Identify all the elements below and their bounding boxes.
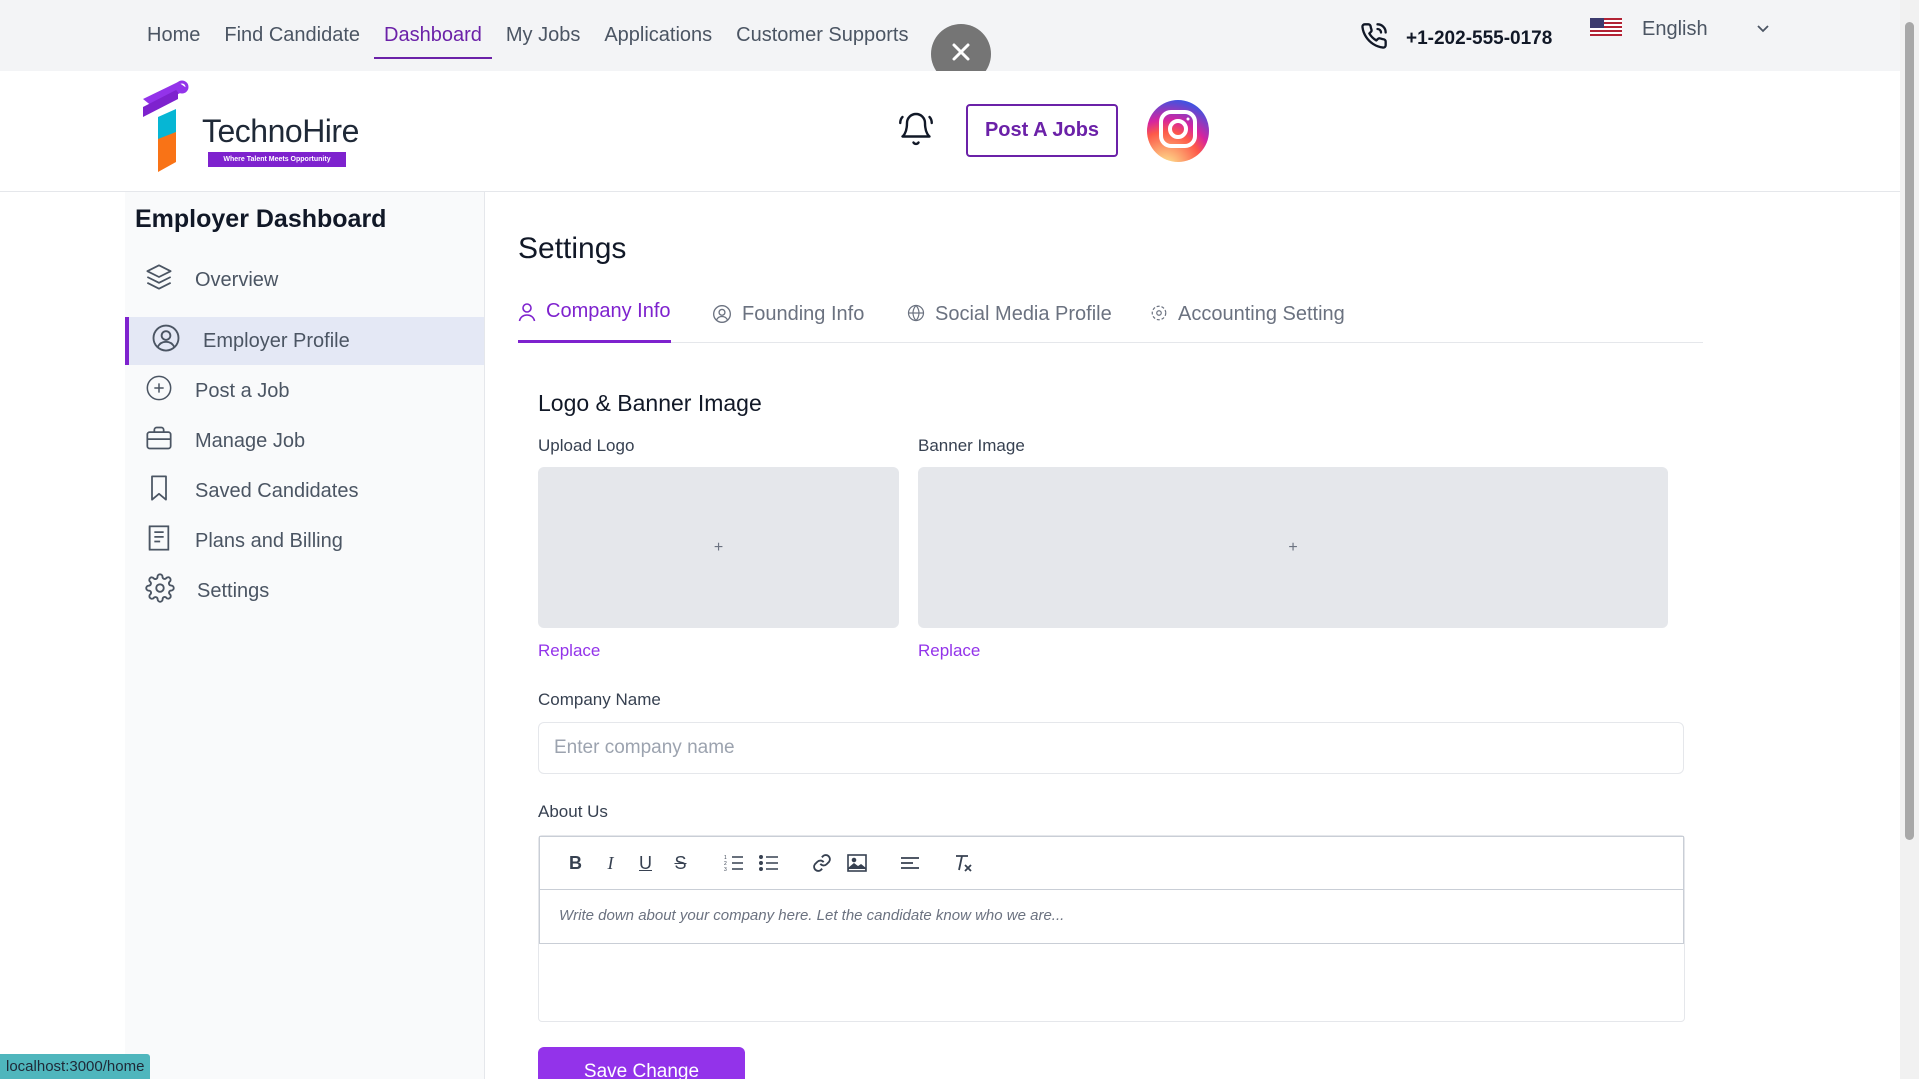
- chevron-down-icon: [1756, 21, 1770, 39]
- billing-icon: [145, 524, 173, 558]
- ordered-list-icon[interactable]: 123: [716, 848, 751, 878]
- tab-founding-info[interactable]: Founding Info: [712, 296, 864, 343]
- about-us-editor: B I U S 123 Write down about your compan…: [538, 835, 1685, 1022]
- about-us-label: About Us: [538, 802, 608, 821]
- us-flag-icon: [1590, 18, 1622, 41]
- logo[interactable]: TechnoHire Where Talent Meets Opportunit…: [138, 77, 359, 177]
- sidebar-item-employer-profile[interactable]: Employer Profile: [125, 317, 484, 365]
- nav-applications[interactable]: Applications: [592, 0, 724, 71]
- user-icon: [518, 302, 536, 328]
- save-change-button[interactable]: Save Change: [538, 1047, 745, 1079]
- tab-label: Social Media Profile: [935, 303, 1112, 325]
- phone-icon: [1360, 22, 1388, 55]
- company-name-input[interactable]: [538, 722, 1684, 774]
- plus-icon: +: [713, 538, 724, 556]
- about-us-textarea[interactable]: Write down about your company here. Let …: [539, 890, 1684, 944]
- sidebar-item-overview[interactable]: Overview: [125, 256, 484, 304]
- bold-icon[interactable]: B: [558, 848, 593, 878]
- page-title: Settings: [518, 232, 627, 265]
- tab-label: Founding Info: [742, 303, 865, 325]
- nav-my-jobs[interactable]: My Jobs: [494, 0, 592, 71]
- replace-banner-link[interactable]: Replace: [918, 641, 980, 661]
- sidebar-item-label: Employer Profile: [203, 329, 350, 352]
- sidebar-item-saved-candidates[interactable]: Saved Candidates: [125, 467, 484, 515]
- sidebar-item-label: Plans and Billing: [195, 529, 343, 552]
- sidebar-item-manage-job[interactable]: Manage Job: [125, 417, 484, 465]
- tab-accounting-setting[interactable]: Accounting Setting: [1150, 296, 1345, 343]
- header: TechnoHire Where Talent Meets Opportunit…: [0, 71, 1900, 192]
- tab-social-media-profile[interactable]: Social Media Profile: [907, 296, 1112, 343]
- sidebar-item-post-a-job[interactable]: Post a Job: [125, 367, 484, 415]
- top-nav: Home Find Candidate Dashboard My Jobs Ap…: [135, 0, 920, 71]
- nav-dashboard[interactable]: Dashboard: [372, 0, 494, 71]
- language-selector[interactable]: English: [1590, 18, 1770, 41]
- briefcase-icon: [145, 424, 173, 458]
- nav-home[interactable]: Home: [135, 0, 212, 71]
- nav-find-candidate[interactable]: Find Candidate: [212, 0, 372, 71]
- plus-circle-icon: [145, 374, 173, 408]
- sidebar: Employer Dashboard Overview Employer Pro…: [125, 192, 485, 1079]
- italic-icon[interactable]: I: [593, 848, 628, 878]
- logo-upload-area[interactable]: +: [538, 467, 899, 628]
- strikethrough-icon[interactable]: S: [663, 848, 698, 878]
- phone-number: +1-202-555-0178: [1406, 27, 1553, 49]
- layers-icon: [145, 263, 173, 297]
- underline-icon[interactable]: U: [628, 848, 663, 878]
- banner-image-label: Banner Image: [918, 436, 1025, 455]
- sidebar-item-label: Overview: [195, 268, 279, 291]
- tab-company-info[interactable]: Company Info: [518, 296, 671, 343]
- replace-logo-link[interactable]: Replace: [538, 641, 600, 661]
- tab-label: Company Info: [546, 300, 671, 322]
- editor-toolbar: B I U S 123: [539, 836, 1684, 890]
- svg-text:3: 3: [724, 867, 727, 872]
- logo-tagline: Where Talent Meets Opportunity: [208, 152, 346, 167]
- image-icon[interactable]: [839, 848, 874, 878]
- bookmark-icon: [145, 474, 173, 508]
- profile-avatar[interactable]: [1147, 100, 1209, 162]
- banner-upload-area[interactable]: +: [918, 467, 1668, 628]
- clear-format-icon[interactable]: [945, 848, 980, 878]
- tab-label: Accounting Setting: [1178, 303, 1345, 325]
- close-icon: [951, 42, 971, 67]
- phone-contact: +1-202-555-0178: [1360, 22, 1552, 55]
- user-circle-icon: [712, 304, 732, 330]
- language-label: English: [1642, 18, 1708, 40]
- link-icon[interactable]: [804, 848, 839, 878]
- upload-logo-label: Upload Logo: [538, 436, 635, 455]
- bell-icon[interactable]: [898, 111, 934, 152]
- logo-text: TechnoHire: [202, 113, 359, 149]
- sidebar-item-settings[interactable]: Settings: [125, 567, 484, 615]
- section-title: Logo & Banner Image: [538, 390, 762, 416]
- nav-customer-supports[interactable]: Customer Supports: [724, 0, 920, 71]
- settings-tabs: Company Info Founding Info Social Media …: [518, 296, 1703, 343]
- scrollbar-thumb[interactable]: [1905, 22, 1914, 840]
- scrollbar[interactable]: [1900, 0, 1919, 1079]
- sidebar-item-plans-and-billing[interactable]: Plans and Billing: [125, 517, 484, 565]
- sidebar-item-label: Settings: [197, 579, 270, 602]
- bullet-list-icon[interactable]: [751, 848, 786, 878]
- logo-mark-icon: [138, 77, 198, 177]
- user-circle-icon: [151, 323, 181, 359]
- sidebar-title: Employer Dashboard: [135, 205, 387, 233]
- plus-icon: +: [1288, 538, 1298, 556]
- align-icon[interactable]: [892, 848, 927, 878]
- company-name-label: Company Name: [538, 690, 661, 709]
- post-a-job-button[interactable]: Post A Jobs: [966, 104, 1118, 157]
- sidebar-item-label: Post a Job: [195, 379, 290, 402]
- sidebar-item-label: Manage Job: [195, 429, 306, 452]
- status-bar-url: localhost:3000/home: [0, 1054, 151, 1079]
- instagram-icon: [1157, 108, 1199, 155]
- sidebar-item-label: Saved Candidates: [195, 479, 359, 502]
- globe-icon: [907, 304, 925, 328]
- gear-icon: [145, 573, 175, 609]
- gear-icon: [1150, 304, 1168, 328]
